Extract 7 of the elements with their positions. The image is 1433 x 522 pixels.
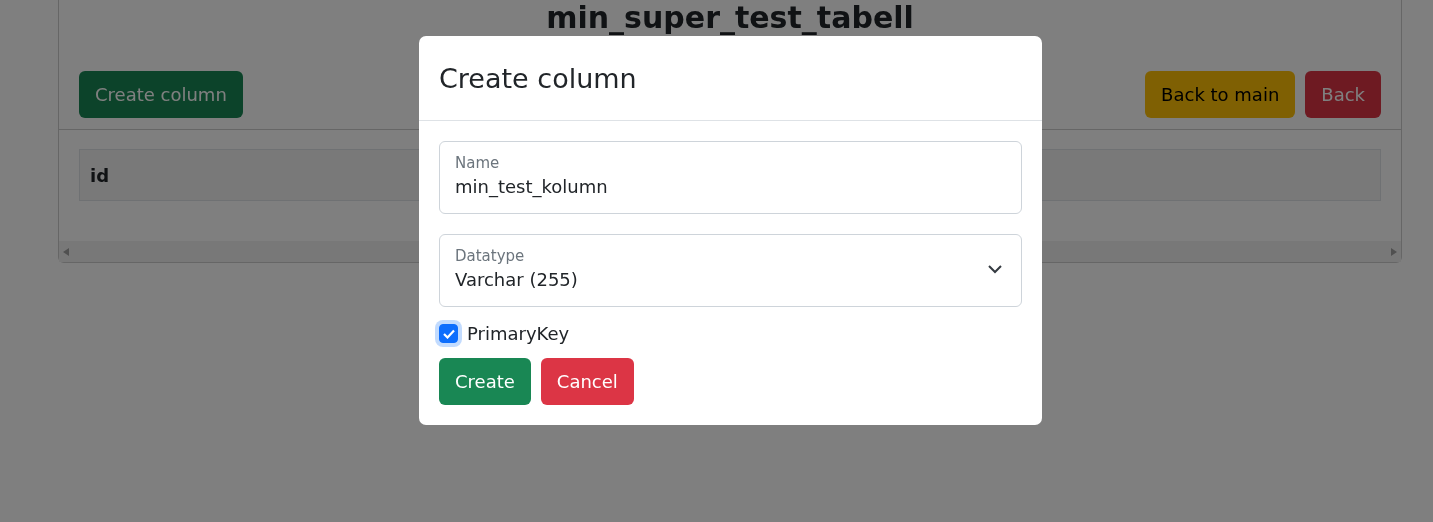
field-label: Name: [455, 154, 501, 172]
dialog-title: Create column: [439, 62, 637, 94]
field-label: Datatype: [455, 247, 526, 265]
checkbox-label: PrimaryKey: [467, 323, 570, 344]
select-value: Varchar (255): [455, 269, 578, 290]
field-value: min_test_kolumn: [455, 176, 608, 197]
page-title: min_super_test_tabell: [545, 0, 915, 36]
